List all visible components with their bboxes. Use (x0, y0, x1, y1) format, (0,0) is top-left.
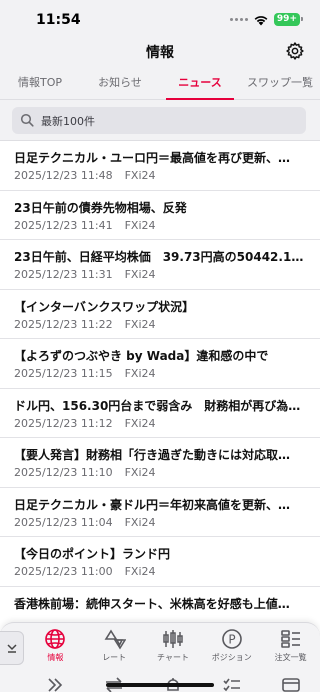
nav-position-label: ポジション (211, 653, 252, 662)
chart-icon (163, 630, 183, 648)
news-meta: 2025/12/23 11:15 FXi24 (14, 367, 306, 380)
nav-chart[interactable]: チャート (144, 627, 203, 663)
checklist-icon (223, 678, 240, 692)
news-meta: 2025/12/23 11:10 FXi24 (14, 466, 306, 479)
news-source: FXi24 (124, 268, 156, 281)
news-source: FXi24 (124, 416, 156, 430)
svg-text:P: P (228, 633, 235, 647)
news-source: FXi24 (124, 466, 156, 479)
page-title: 情報 (146, 45, 174, 61)
search-icon (20, 113, 34, 127)
news-source: FXi24 (124, 317, 156, 331)
news-meta: 2025/12/23 11:41 FXi24 (14, 219, 306, 232)
news-datetime: 2025/12/23 11:10 (14, 466, 113, 479)
double-chevron-right-icon (48, 678, 63, 692)
news-title: 23日午前の債券先物相場、反発 (14, 200, 187, 215)
news-datetime: 2025/12/23 11:12 (14, 416, 113, 430)
news-meta: 2025/12/23 11:31 FXi24 (14, 268, 306, 281)
news-title: 【インターバンクスワップ状況】 (14, 299, 195, 314)
nav-info-label: 情報 (47, 653, 64, 662)
news-item[interactable]: 日足テクニカル・ユーロ円＝最高値を再び更新、… 2025/12/23 11:48… (0, 141, 320, 191)
nav-chart-label: チャート (157, 653, 189, 662)
news-title: 23日午前、日経平均株価 39.73円高の50442.12円 (14, 250, 306, 264)
nav-position[interactable]: P ポジション (202, 627, 261, 663)
bottom-nav: 情報 レート チャート P ポジション 注文一覧 (0, 622, 320, 692)
news-list: 日足テクニカル・ユーロ円＝最高値を再び更新、… 2025/12/23 11:48… (0, 141, 320, 636)
nav-order-list[interactable]: 注文一覧 (261, 627, 320, 663)
nav-card-button[interactable] (261, 677, 320, 692)
news-source: FXi24 (124, 515, 156, 529)
gear-icon[interactable] (285, 41, 305, 61)
collapse-toggle-button[interactable] (0, 631, 24, 665)
news-title: 【今日のポイント】ランド円 (14, 547, 171, 561)
rate-icon (104, 629, 127, 650)
news-meta: 2025/12/23 11:04 FXi24 (14, 516, 306, 529)
news-item[interactable]: 【インターバンクスワップ状況】 2025/12/23 11:22 FXi24 (0, 289, 320, 339)
news-meta: 2025/12/23 11:48 FXi24 (14, 169, 306, 182)
news-datetime: 2025/12/23 11:00 (14, 565, 113, 578)
order-list-icon (280, 630, 300, 648)
globe-icon (45, 629, 66, 649)
tab-news[interactable]: ニュース (160, 64, 240, 100)
nav-info[interactable]: 情報 (26, 627, 85, 663)
news-datetime: 2025/12/23 11:22 (14, 317, 113, 331)
news-datetime: 2025/12/23 11:48 (14, 169, 113, 182)
news-meta: 2025/12/23 11:22 FXi24 (14, 318, 306, 331)
news-item[interactable]: ドル円、156.30円台まで弱含み 財務相が再び為… 2025/12/23 11… (0, 388, 320, 438)
news-meta: 2025/12/23 11:12 FXi24 (14, 417, 306, 430)
news-datetime: 2025/12/23 11:15 (14, 367, 113, 380)
tab-info-top[interactable]: 情報TOP (0, 64, 80, 99)
tab-bar: 情報TOP お知らせ ニュース スワップ一覧 (0, 64, 320, 100)
status-bar: 11:54 99+ (0, 0, 320, 40)
news-source: FXi24 (124, 565, 156, 578)
news-item[interactable]: 【要人発言】財務相「行き過ぎた動きには対応取… 2025/12/23 11:10… (0, 438, 320, 488)
news-title: 日足テクニカル・ユーロ円＝最高値を再び更新、… (14, 151, 291, 165)
news-item[interactable]: 【よろずのつぶやき by Wada】違和感の中で 2025/12/23 11:1… (0, 339, 320, 389)
wifi-icon (254, 15, 268, 25)
nav-rate[interactable]: レート (85, 627, 144, 663)
nav-order-list-label: 注文一覧 (274, 653, 307, 662)
news-title: ドル円、156.30円台まで弱含み 財務相が再び為… (14, 398, 301, 413)
news-title: 日足テクニカル・豪ドル円＝年初来高値を更新、… (14, 497, 291, 512)
search-bar-container: 最新100件 (0, 100, 320, 141)
news-datetime: 2025/12/23 11:41 (14, 218, 113, 232)
news-title: 【よろずのつぶやき by Wada】違和感の中で (14, 349, 269, 363)
signal-icon (229, 18, 248, 21)
news-item[interactable]: 【今日のポイント】ランド円 2025/12/23 11:00 FXi24 (0, 537, 320, 587)
news-title: 香港株前場：続伸スタート、米株高を好感も上値… (14, 596, 290, 611)
search-input[interactable]: 最新100件 (12, 107, 306, 134)
search-placeholder: 最新100件 (41, 115, 95, 128)
news-meta: 2025/12/23 11:00 FXi24 (14, 565, 306, 578)
nav-more-button[interactable] (26, 677, 85, 692)
tab-swap-list[interactable]: スワップ一覧 (240, 64, 320, 99)
nav-rate-label: レート (102, 653, 127, 662)
news-datetime: 2025/12/23 11:04 (14, 515, 113, 529)
battery-indicator: 99+ (273, 13, 304, 26)
news-item[interactable]: 日足テクニカル・豪ドル円＝年初来高値を更新、… 2025/12/23 11:04… (0, 487, 320, 537)
news-item[interactable]: 23日午前の債券先物相場、反発 2025/12/23 11:41 FXi24 (0, 190, 320, 240)
tab-notices[interactable]: お知らせ (80, 64, 160, 99)
news-source: FXi24 (124, 218, 156, 232)
header: 情報 (0, 40, 320, 64)
news-title: 【要人発言】財務相「行き過ぎた動きには対応取… (14, 448, 291, 462)
news-source: FXi24 (124, 169, 156, 182)
news-source: FXi24 (124, 367, 156, 380)
chevron-down-icon (7, 644, 17, 653)
news-datetime: 2025/12/23 11:31 (14, 268, 113, 281)
card-icon (281, 678, 300, 692)
position-icon: P (221, 629, 242, 649)
home-indicator (106, 683, 214, 687)
news-item[interactable]: 23日午前、日経平均株価 39.73円高の50442.12円 2025/12/2… (0, 240, 320, 290)
status-icons: 99+ (229, 13, 304, 26)
status-time: 11:54 (36, 12, 81, 28)
